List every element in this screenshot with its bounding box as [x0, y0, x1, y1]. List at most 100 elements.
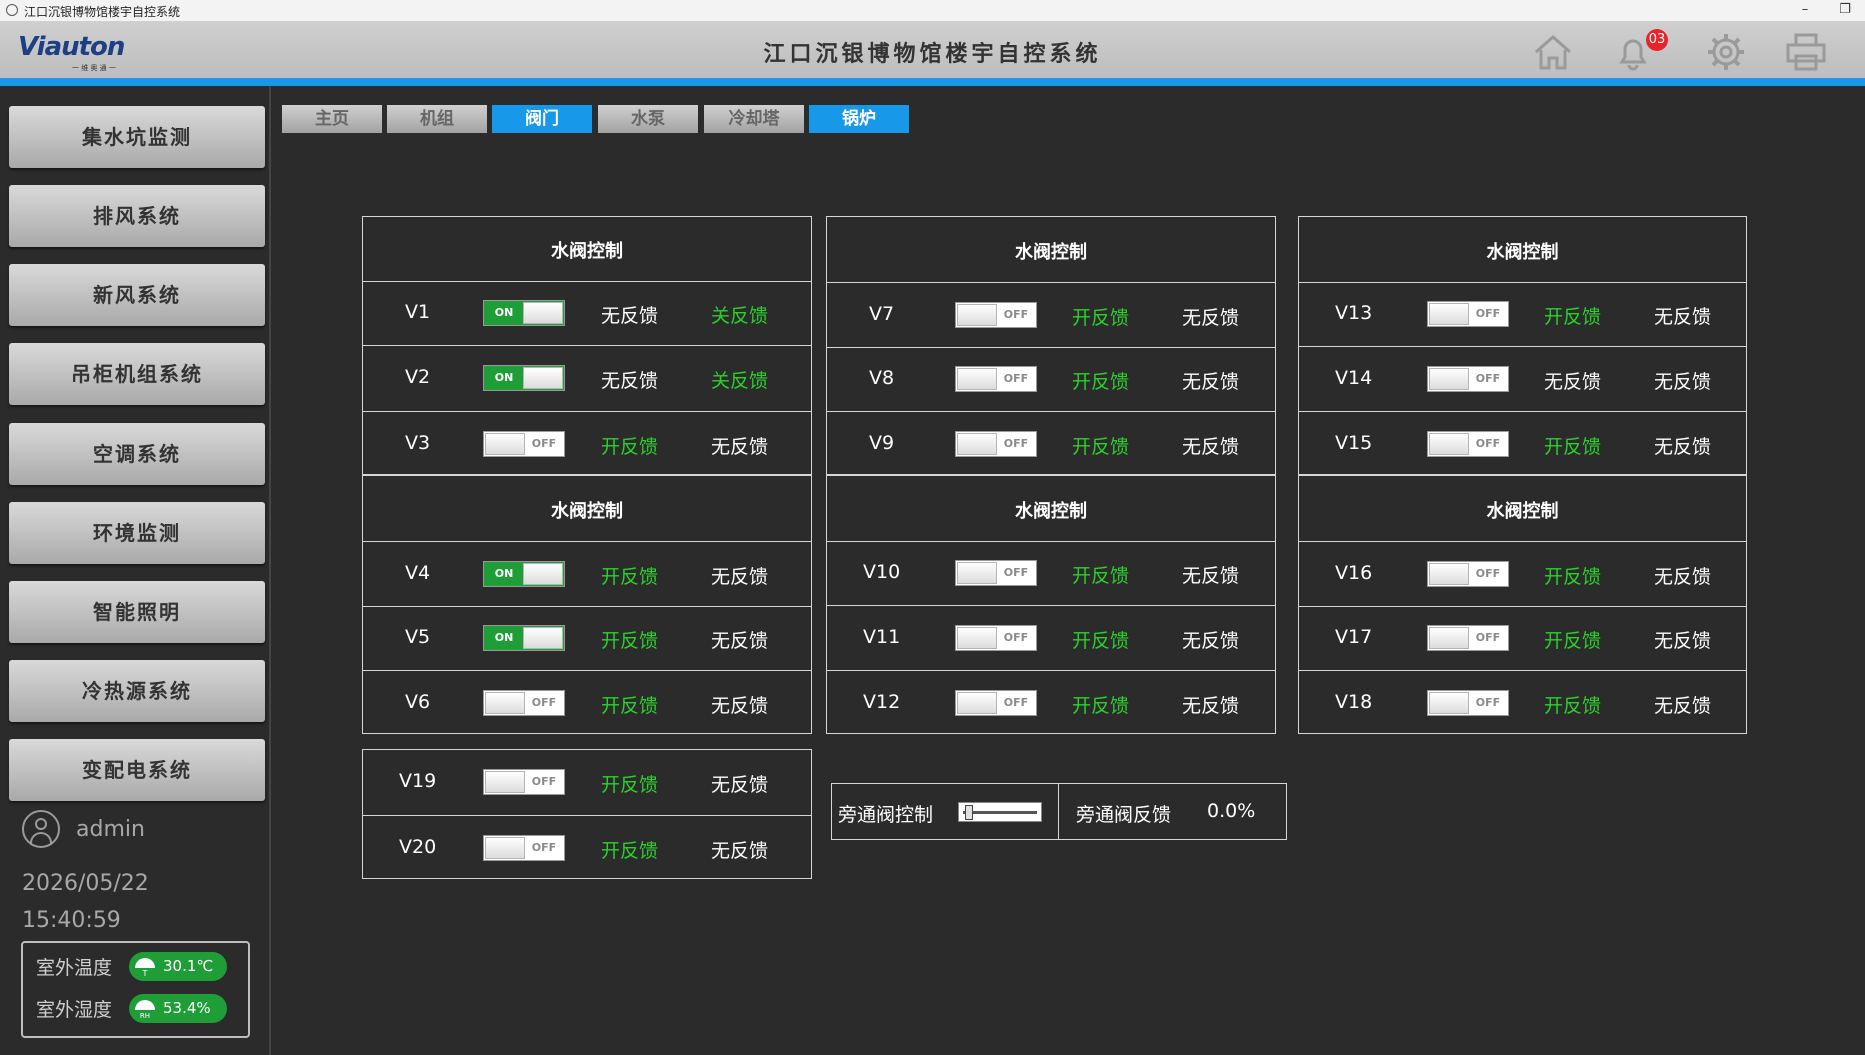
valve-feedback-1: 开反馈: [1072, 435, 1130, 458]
valve-panel: 水阀控制 V13 OFF 开反馈 无反馈 V14 OFF 无反馈 无反馈 V15 OFF 开反馈 无反馈: [1298, 216, 1747, 475]
valve-name: V1: [405, 301, 431, 323]
valve-feedback-2: 无反馈: [1182, 565, 1240, 587]
toggle-state-label: OFF: [1003, 630, 1029, 644]
toggle-state-label: ON: [494, 306, 514, 319]
valve-toggle[interactable]: OFF: [1427, 365, 1509, 392]
valve-name: V3: [405, 431, 431, 454]
humidity-icon: RH: [135, 1000, 155, 1019]
valve-toggle[interactable]: OFF: [483, 834, 565, 861]
valve-row: V19 OFF 开反馈 无反馈: [363, 750, 811, 815]
valve-toggle[interactable]: OFF: [483, 768, 565, 795]
valve-toggle[interactable]: OFF: [1427, 560, 1509, 587]
gear-icon[interactable]: [1703, 30, 1749, 74]
valve-toggle[interactable]: OFF: [955, 689, 1037, 716]
valve-toggle[interactable]: ON: [483, 365, 565, 391]
valve-name: V10: [863, 561, 901, 583]
valve-row: V20 OFF 开反馈 无反馈: [363, 815, 811, 880]
valve-toggle[interactable]: OFF: [955, 624, 1037, 651]
valve-feedback-2: 无反馈: [711, 773, 769, 796]
printer-icon[interactable]: [1783, 30, 1829, 74]
valve-feedback-2: 关反馈: [711, 305, 769, 327]
valve-toggle[interactable]: ON: [483, 300, 565, 326]
valve-row: V6 OFF 开反馈 无反馈: [363, 670, 811, 735]
valve-toggle[interactable]: OFF: [483, 689, 565, 716]
tab-home[interactable]: 主页: [282, 105, 382, 133]
window-title: 江口沉银博物馆楼宇自控系统: [24, 5, 181, 19]
sidebar-item-hvac[interactable]: 空调系统: [9, 423, 265, 485]
toggle-state-label: ON: [494, 631, 514, 644]
valve-row: V14 OFF 无反馈 无反馈: [1299, 346, 1746, 411]
panel-title: 水阀控制: [1015, 241, 1087, 263]
valve-feedback-1: 无反馈: [601, 305, 659, 327]
valve-toggle[interactable]: OFF: [955, 430, 1037, 457]
valve-name: V19: [399, 769, 437, 792]
valve-feedback-2: 无反馈: [711, 630, 769, 652]
valve-feedback-2: 无反馈: [1654, 694, 1712, 717]
toggle-state-label: OFF: [1475, 631, 1501, 644]
tab-pumps[interactable]: 水泵: [598, 105, 698, 133]
valve-name: V14: [1335, 366, 1373, 389]
valve-toggle[interactable]: OFF: [1427, 301, 1509, 327]
valve-toggle[interactable]: OFF: [1427, 430, 1509, 457]
bypass-slider[interactable]: [958, 802, 1042, 822]
toggle-state-label: OFF: [1003, 372, 1029, 385]
sidebar-item-power[interactable]: 变配电系统: [9, 739, 265, 801]
valve-feedback-2: 无反馈: [1182, 694, 1240, 717]
tab-cooling-tower[interactable]: 冷却塔: [704, 105, 804, 133]
valve-feedback-1: 开反馈: [1072, 371, 1130, 393]
valve-feedback-1: 开反馈: [601, 565, 659, 588]
bypass-control-label: 旁通阀控制: [838, 804, 934, 826]
valve-toggle[interactable]: OFF: [1427, 625, 1509, 651]
valve-name: V4: [405, 561, 431, 584]
sidebar-item-ceiling-unit[interactable]: 吊柜机组系统: [9, 343, 265, 405]
sidebar-item-lighting[interactable]: 智能照明: [9, 581, 265, 643]
bypass-feedback-value: 0.0%: [1207, 800, 1256, 822]
valve-toggle[interactable]: OFF: [955, 366, 1037, 392]
valve-name: V12: [863, 690, 901, 713]
toggle-state-label: OFF: [1475, 307, 1501, 320]
toggle-state-label: OFF: [531, 695, 557, 709]
valve-feedback-2: 无反馈: [1654, 630, 1712, 652]
valve-feedback-2: 无反馈: [1182, 629, 1240, 652]
valve-toggle[interactable]: OFF: [483, 430, 565, 457]
sidebar-item-fresh-air[interactable]: 新风系统: [9, 264, 265, 326]
valve-row: V18 OFF 开反馈 无反馈: [1299, 670, 1746, 735]
valve-row: V5 ON 开反馈 无反馈: [363, 606, 811, 670]
home-icon[interactable]: [1530, 30, 1576, 74]
tab-valves[interactable]: 阀门: [492, 105, 592, 133]
toggle-state-label: OFF: [531, 774, 557, 788]
valve-feedback-1: 无反馈: [601, 370, 659, 392]
valve-feedback-1: 开反馈: [1072, 565, 1130, 587]
minimize-icon[interactable]: –: [1790, 0, 1820, 22]
valve-feedback-2: 关反馈: [711, 370, 769, 392]
valve-name: V8: [869, 367, 895, 389]
avatar: [22, 810, 60, 848]
sidebar-item-environment[interactable]: 环境监测: [9, 502, 265, 564]
tab-boiler[interactable]: 锅炉: [809, 105, 909, 133]
valve-row: V3 OFF 开反馈 无反馈: [363, 411, 811, 476]
valve-row: V9 OFF 开反馈 无反馈: [827, 411, 1275, 476]
valve-toggle[interactable]: OFF: [955, 560, 1037, 586]
valve-toggle[interactable]: OFF: [1427, 689, 1509, 716]
valve-feedback-1: 开反馈: [1544, 694, 1602, 717]
restore-icon[interactable]: ❐: [1830, 0, 1860, 22]
window-title-bar: 江口沉银博物馆楼宇自控系统 – ❐: [0, 0, 1865, 22]
valve-panel: 水阀控制 V1 ON 无反馈 关反馈 V2 ON 无反馈 关反馈 V3 OFF 开反馈 无反馈: [362, 216, 812, 475]
valve-feedback-2: 无反馈: [711, 565, 769, 588]
sidebar-item-exhaust[interactable]: 排风系统: [9, 185, 265, 247]
bypass-feedback-label: 旁通阀反馈: [1076, 804, 1172, 826]
valve-name: V15: [1335, 431, 1373, 454]
valve-feedback-1: 开反馈: [601, 630, 659, 652]
bypass-slider-thumb[interactable]: [965, 805, 973, 820]
valve-toggle[interactable]: OFF: [955, 301, 1037, 328]
valve-panel: V19 OFF 开反馈 无反馈 V20 OFF 开反馈 无反馈: [362, 749, 812, 879]
tab-units[interactable]: 机组: [387, 105, 487, 133]
valve-toggle[interactable]: ON: [483, 560, 565, 587]
outdoor-humidity-value: 53.4%: [163, 999, 211, 1017]
sidebar-item-heat-cold-source[interactable]: 冷热源系统: [9, 660, 265, 722]
valve-name: V11: [863, 625, 901, 648]
sidebar-item-sump-monitor[interactable]: 集水坑监测: [9, 106, 265, 168]
valve-toggle[interactable]: ON: [483, 625, 565, 651]
valve-feedback-2: 无反馈: [1654, 565, 1712, 588]
current-time: 15:40:59: [22, 908, 121, 933]
